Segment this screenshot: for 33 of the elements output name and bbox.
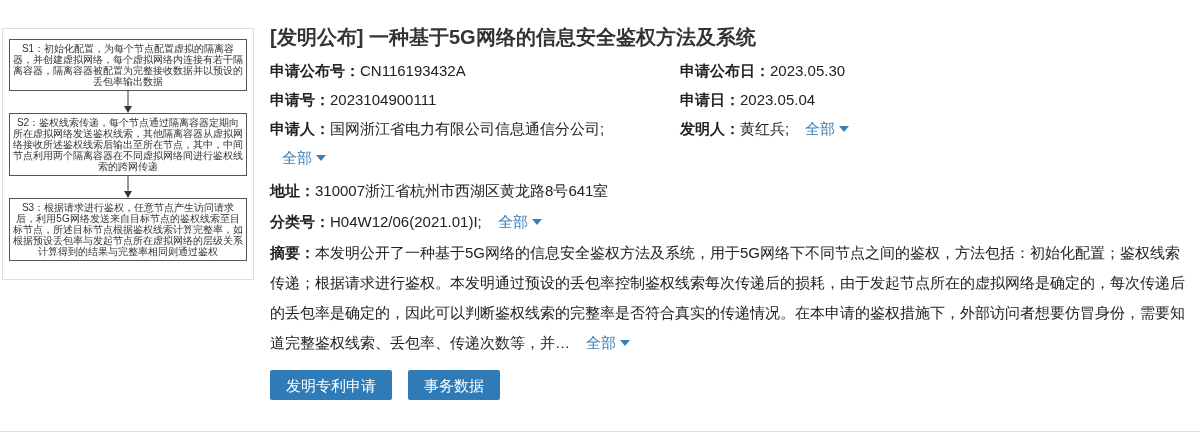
- abstract-text: 摘要：本发明公开了一种基于5G网络的信息安全鉴权方法及系统，用于5G网络下不同节点之间的鉴权，方法包括：初始化配置；鉴权线索传递；根据请求进行鉴权。本发明通过预设的丢包率控制鉴权线索每次传递后的损耗，由于发起节点所在的虚拟网络是确定的，每次传递后的丢包率是确定的，因此可以判断鉴权线索的完整率是否符合真实的传递情况。在本申请的鉴权措施下，外部访问者想要仿冒身份，需要知道完整鉴权线索、丢包率、传递次数等，并… 全部: [270, 238, 1190, 358]
- flowchart-step: S2：鉴权线索传递，每个节点通过隔离容器定期向所在虚拟网络发送鉴权线索，其他隔离容器从虚拟网络接收所述鉴权线索后输出至所在节点，其中，中间节点利用两个隔离容器在不同虚拟网络间进行鉴权线索的跨网传递: [9, 113, 247, 176]
- arrow-icon: [124, 176, 132, 198]
- field-value: 黄红兵;: [740, 119, 790, 139]
- field-label: 发明人：: [680, 119, 740, 139]
- show-all-link[interactable]: 全部: [805, 114, 850, 143]
- field-label: 申请公布号：: [270, 61, 360, 81]
- field-value: 2023.05.30: [770, 61, 846, 81]
- field-label: 分类号：: [270, 212, 330, 232]
- field-value: H04W12/06(2021.01)I;: [330, 212, 482, 232]
- field-value: 国网浙江省电力有限公司信息通信分公司;: [330, 119, 605, 139]
- show-all-link[interactable]: 全部: [586, 328, 630, 358]
- field-label: 申请日：: [680, 90, 740, 110]
- caret-down-icon: [531, 218, 542, 225]
- show-all-link[interactable]: 全部: [497, 207, 542, 236]
- field-label: 申请公布日：: [680, 61, 770, 81]
- flowchart-step: S1：初始化配置，为每个节点配置虚拟的隔离容器，并创建虚拟网络，每个虚拟网络内连接有若干隔离容器，隔离容器被配置为完整接收数据并以预设的丢包率输出数据: [9, 39, 247, 91]
- field-value: 310007浙江省杭州市西湖区黄龙路8号641室: [315, 181, 609, 201]
- caret-down-icon: [620, 340, 630, 346]
- field-label: 地址：: [270, 181, 315, 201]
- field-value: 2023104900111: [330, 90, 437, 110]
- arrow-icon: [124, 91, 132, 113]
- action-button[interactable]: 发明专利申请: [270, 370, 392, 400]
- field-value: CN116193432A: [360, 61, 466, 81]
- show-all-link[interactable]: 全部: [282, 143, 326, 172]
- flowchart-step: S3：根据请求进行鉴权，任意节点产生访问请求后，利用5G网络发送来自目标节点的鉴权线索至目标节点，所述目标节点根据鉴权线索计算完整率，如根据预设丢包率与发起节点所在虚拟网络的层级关系计算得到的结果与完整率相同则通过鉴权: [9, 198, 247, 261]
- field-value: 2023.05.04: [740, 90, 816, 110]
- field-label: 申请人：: [270, 119, 330, 139]
- caret-down-icon: [316, 154, 326, 161]
- action-button[interactable]: 事务数据: [408, 370, 500, 400]
- patent-title: [发明公布] 一种基于5G网络的信息安全鉴权方法及系统: [270, 25, 757, 50]
- field-label: 申请号：: [270, 90, 330, 110]
- caret-down-icon: [839, 125, 850, 132]
